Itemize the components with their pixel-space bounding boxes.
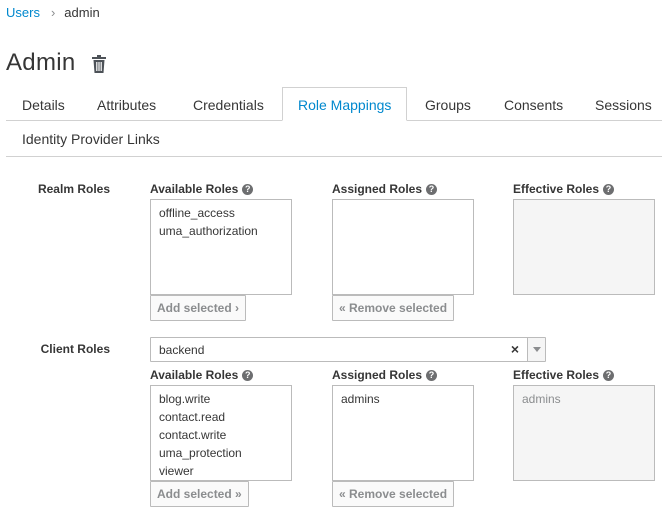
tab-details[interactable]: Details xyxy=(22,88,65,122)
page-title-row: Admin xyxy=(6,49,106,77)
realm-effective-roles-header: Effective Roles ? xyxy=(513,182,615,196)
client-available-roles-header: Available Roles ? xyxy=(150,368,254,382)
help-icon[interactable]: ? xyxy=(603,369,615,381)
list-item[interactable]: contact.read xyxy=(159,408,283,426)
client-assigned-roles-list[interactable]: admins xyxy=(332,385,474,481)
realm-add-selected-button[interactable]: Add selected › xyxy=(150,295,247,321)
client-roles-label: Client Roles xyxy=(40,342,110,356)
realm-effective-roles-list xyxy=(513,199,655,295)
client-effective-roles-header: Effective Roles ? xyxy=(513,368,615,382)
client-add-selected-button[interactable]: Add selected » xyxy=(150,481,249,507)
breadcrumb: Users › admin xyxy=(6,5,100,20)
realm-available-roles-label: Available Roles xyxy=(150,182,239,196)
realm-assigned-roles-header: Assigned Roles ? xyxy=(332,182,438,196)
list-item[interactable]: offline_access xyxy=(159,204,283,222)
help-icon[interactable]: ? xyxy=(426,369,438,381)
trash-icon[interactable] xyxy=(91,55,106,73)
client-assigned-roles-header: Assigned Roles ? xyxy=(332,368,438,382)
clear-icon[interactable]: × xyxy=(511,341,519,357)
list-item[interactable]: blog.write xyxy=(159,390,283,408)
list-item[interactable]: uma_authorization xyxy=(159,222,283,240)
breadcrumb-current: admin xyxy=(64,5,100,20)
client-effective-roles-list: admins xyxy=(513,385,655,481)
tab-attributes[interactable]: Attributes xyxy=(97,88,156,122)
tab-groups[interactable]: Groups xyxy=(425,88,471,122)
help-icon[interactable]: ? xyxy=(603,183,615,195)
help-icon[interactable]: ? xyxy=(242,369,254,381)
client-select-value: backend xyxy=(159,343,205,357)
realm-roles-label: Realm Roles xyxy=(37,182,110,196)
client-available-roles-label: Available Roles xyxy=(150,368,239,382)
chevron-down-icon[interactable] xyxy=(527,338,545,361)
page-title: Admin xyxy=(6,49,76,76)
tab-sessions[interactable]: Sessions xyxy=(595,88,652,122)
tab-credentials[interactable]: Credentials xyxy=(193,88,264,122)
tab-bar: Details Attributes Credentials Role Mapp… xyxy=(6,87,662,157)
tab-consents[interactable]: Consents xyxy=(504,88,563,122)
list-item: admins xyxy=(522,392,561,406)
client-assigned-roles-label: Assigned Roles xyxy=(332,368,423,382)
list-item[interactable]: contact.write xyxy=(159,426,283,444)
tab-identity-provider-links[interactable]: Identity Provider Links xyxy=(22,122,160,156)
list-item[interactable]: viewer xyxy=(159,462,283,480)
realm-assigned-roles-label: Assigned Roles xyxy=(332,182,423,196)
tab-role-mappings[interactable]: Role Mappings xyxy=(282,87,408,121)
realm-available-roles-header: Available Roles ? xyxy=(150,182,254,196)
client-remove-selected-button[interactable]: « Remove selected xyxy=(332,481,455,507)
realm-remove-selected-button[interactable]: « Remove selected xyxy=(332,295,455,321)
list-item[interactable]: uma_protection xyxy=(159,444,283,462)
realm-effective-roles-label: Effective Roles xyxy=(513,182,600,196)
breadcrumb-separator: › xyxy=(50,5,56,20)
client-available-roles-list[interactable]: blog.write contact.read contact.write um… xyxy=(150,385,292,481)
help-icon[interactable]: ? xyxy=(426,183,438,195)
client-effective-roles-label: Effective Roles xyxy=(513,368,600,382)
breadcrumb-users-link[interactable]: Users xyxy=(6,5,40,20)
list-item[interactable]: admins xyxy=(341,390,465,408)
help-icon[interactable]: ? xyxy=(242,183,254,195)
realm-available-roles-list[interactable]: offline_access uma_authorization xyxy=(150,199,292,295)
client-select[interactable]: backend × xyxy=(150,337,546,362)
realm-assigned-roles-list[interactable] xyxy=(332,199,474,295)
